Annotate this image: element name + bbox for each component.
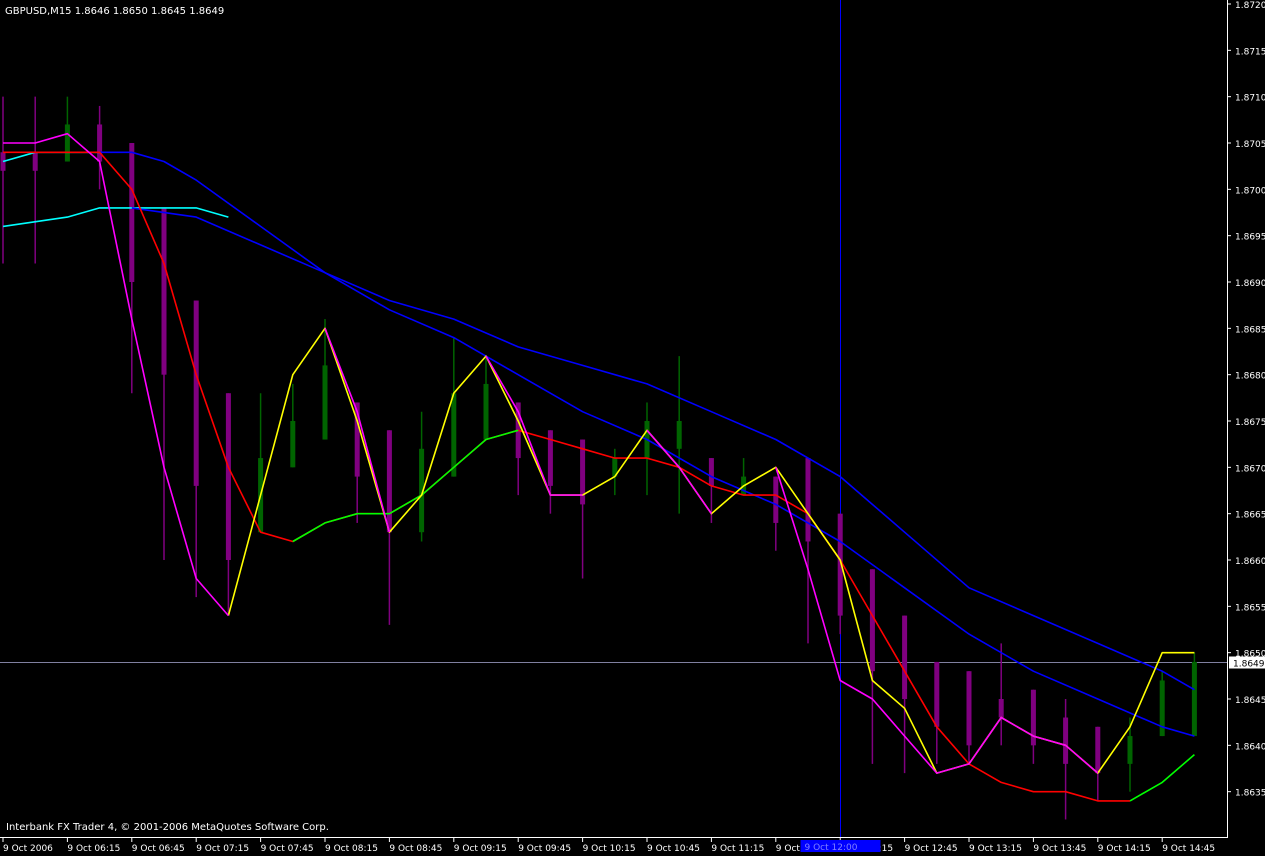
- candle-body: [290, 421, 296, 468]
- candle-body: [129, 143, 135, 282]
- y-tick-label: 1.8665: [1235, 511, 1265, 521]
- x-tick-label: 9 Oct 06:45: [132, 844, 185, 852]
- candle-body: [97, 124, 103, 162]
- crosshair-date-label: 9 Oct 12:00: [805, 843, 858, 852]
- candle-body: [1095, 726, 1101, 774]
- candle-body: [161, 207, 167, 375]
- price-label: 1.8649: [1233, 660, 1265, 670]
- y-tick-label: 1.8660: [1235, 557, 1265, 567]
- y-tick-label: 1.8655: [1235, 603, 1265, 613]
- x-tick-label: 9 Oct 07:15: [196, 844, 249, 852]
- candle-body: [902, 615, 908, 699]
- candle-body: [773, 476, 779, 523]
- x-tick-label: 9 Oct 10:45: [647, 844, 700, 852]
- y-tick-label: 1.8670: [1235, 464, 1265, 474]
- x-tick-label: 9 Oct 13:45: [1033, 844, 1086, 852]
- candle-body: [322, 365, 328, 440]
- x-tick-label: 9 Oct 13:15: [969, 844, 1022, 852]
- y-tick-label: 1.8695: [1235, 233, 1265, 243]
- y-tick-label: 1.8640: [1235, 742, 1265, 752]
- candle-body: [386, 430, 392, 533]
- y-tick-label: 1.8715: [1235, 47, 1265, 57]
- candle-body: [708, 458, 714, 486]
- y-tick-label: 1.8635: [1235, 789, 1265, 799]
- candle-body: [1063, 717, 1069, 764]
- y-tick-label: 1.8700: [1235, 186, 1265, 196]
- candle-body: [966, 671, 972, 746]
- x-tick-label: 9 Oct 09:45: [518, 844, 571, 852]
- candle-body: [451, 393, 457, 477]
- x-tick-label: 9 Oct 14:15: [1098, 844, 1151, 852]
- candle-body: [805, 458, 811, 542]
- y-tick-label: 1.8690: [1235, 279, 1265, 289]
- x-tick-label: 9 Oct 11:15: [711, 844, 764, 852]
- candle-body: [1127, 736, 1133, 764]
- y-tick-label: 1.8675: [1235, 418, 1265, 428]
- y-tick-label: 1.8720: [1235, 1, 1265, 11]
- candle-body: [934, 661, 940, 727]
- candle-body: [32, 152, 38, 171]
- chart-canvas[interactable]: 1.8720 1.8715 1.8710 1.8705 1.8700 1.8695 1.86…: [0, 0, 1265, 854]
- y-tick-label: 1.8685: [1235, 325, 1265, 335]
- x-tick-label: 9 Oct 07:45: [261, 844, 314, 852]
- y-tick-label: 1.8680: [1235, 372, 1265, 382]
- x-tick-label: 9 Oct 12:45: [905, 844, 958, 852]
- copyright-text: Interbank FX Trader 4, © 2001-2006 MetaQ…: [6, 822, 329, 833]
- chart-background: [0, 0, 1265, 852]
- y-tick-label: 1.8705: [1235, 140, 1265, 150]
- price-chart[interactable]: 1.8720 1.8715 1.8710 1.8705 1.8700 1.8695 1.86…: [0, 0, 1265, 854]
- candle-body: [64, 124, 70, 162]
- x-tick-label: 9 Oct 08:15: [325, 844, 378, 852]
- x-tick-label: 9 Oct 10:15: [583, 844, 636, 852]
- x-tick-label: 9 Oct: [776, 844, 801, 852]
- x-tick-label: 9 Oct 14:45: [1162, 844, 1215, 852]
- candle-body: [193, 300, 199, 486]
- candle-body: [998, 699, 1004, 718]
- x-tick-label: 9 Oct 08:45: [389, 844, 442, 852]
- x-tick-label: 9 Oct 09:15: [454, 844, 507, 852]
- candle-body: [1191, 661, 1197, 737]
- x-tick-label: 9 Oct 2006: [3, 844, 53, 852]
- y-tick-label: 1.8710: [1235, 94, 1265, 104]
- x-tick-label: 9 Oct 06:15: [67, 844, 120, 852]
- candle-body: [676, 421, 682, 449]
- candle-body: [869, 569, 875, 672]
- y-tick-label: 1.8645: [1235, 696, 1265, 706]
- candle-body: [483, 383, 489, 440]
- symbol-info: GBPUSD,M15 1.8646 1.8650 1.8645 1.8649: [5, 6, 224, 17]
- candle-body: [225, 393, 231, 560]
